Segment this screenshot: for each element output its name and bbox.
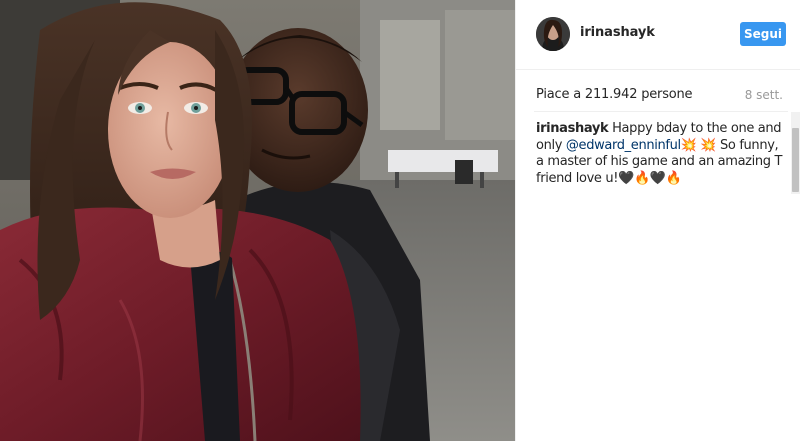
post-caption: irinashayk Happy bday to the one and onl… (536, 121, 788, 191)
username-link[interactable]: irinashayk (580, 25, 655, 40)
follow-button[interactable]: Segui (740, 22, 786, 46)
post-time[interactable]: 8 sett. (745, 88, 783, 102)
heart-fire-emoji-icons: 🖤🔥🖤🔥 (618, 170, 682, 186)
divider (534, 111, 788, 112)
likes-count[interactable]: Piace a 211.942 persone (536, 87, 693, 102)
collision-emoji-icon-2: 💥 (700, 137, 717, 153)
caption-username[interactable]: irinashayk (536, 121, 609, 136)
selfie-image (0, 0, 515, 441)
scrollbar-thumb[interactable] (792, 128, 799, 192)
mention-link[interactable]: @edward_enninful (566, 138, 681, 153)
post-sidebar: irinashayk Segui Piace a 211.942 persone… (515, 0, 800, 441)
instagram-post: irinashayk Segui Piace a 211.942 persone… (0, 0, 800, 441)
collision-emoji-icon: 💥 (680, 137, 697, 153)
profile-avatar-icon (536, 17, 570, 51)
post-header: irinashayk Segui (516, 0, 800, 70)
caption-scrollbar[interactable] (791, 112, 800, 194)
avatar[interactable] (536, 17, 570, 51)
post-photo[interactable] (0, 0, 515, 441)
